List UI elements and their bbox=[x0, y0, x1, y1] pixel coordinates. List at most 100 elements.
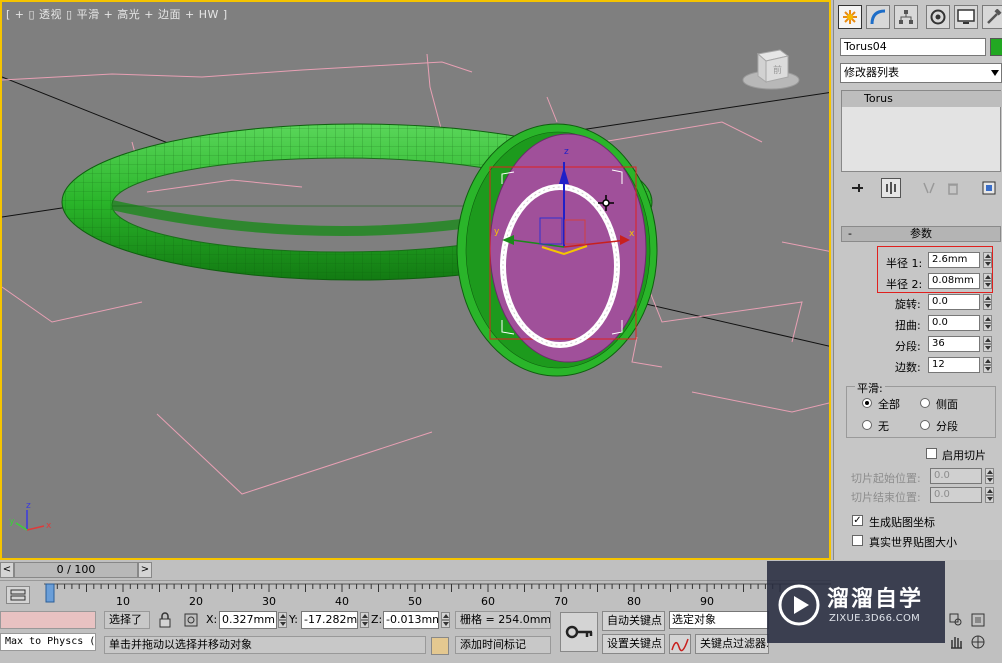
tab-utilities[interactable] bbox=[982, 5, 1002, 29]
smooth-segment-radio[interactable] bbox=[920, 420, 930, 430]
tab-modify[interactable] bbox=[866, 5, 890, 29]
viewcube-icon[interactable]: 前 bbox=[740, 40, 802, 96]
radius1-input[interactable]: 2.6mm bbox=[928, 252, 980, 268]
absolute-mode-transform-icon[interactable] bbox=[182, 612, 200, 628]
watermark-url: ZIXUE.3D66.COM bbox=[829, 613, 921, 624]
key-filters-button[interactable]: 关键点过滤器... bbox=[695, 634, 769, 654]
prompt-line: 单击并拖动以选择并移动对象 bbox=[104, 636, 426, 654]
stack-item-torus[interactable]: Torus bbox=[842, 91, 1002, 107]
svg-text:y: y bbox=[494, 227, 500, 237]
orbit-icon[interactable] bbox=[970, 634, 986, 650]
y-coord-spinner[interactable] bbox=[360, 612, 369, 628]
tick-label: 10 bbox=[116, 595, 130, 608]
tab-display[interactable] bbox=[954, 5, 978, 29]
svg-text:z: z bbox=[26, 501, 31, 511]
modifier-list-label: 修改器列表 bbox=[844, 66, 899, 79]
smooth-none-radio[interactable] bbox=[862, 420, 872, 430]
svg-text:x: x bbox=[46, 521, 52, 531]
time-tag-icon[interactable] bbox=[431, 637, 449, 655]
enable-slice-checkbox[interactable] bbox=[926, 448, 937, 459]
remove-modifier-icon[interactable] bbox=[943, 178, 963, 198]
slice-from-input[interactable]: 0.0 bbox=[930, 468, 982, 484]
tab-motion[interactable] bbox=[926, 5, 950, 29]
make-unique-icon[interactable] bbox=[919, 178, 939, 198]
tick-label: 80 bbox=[627, 595, 641, 608]
utilities-hammer-icon bbox=[987, 9, 1002, 24]
smooth-all-radio[interactable] bbox=[862, 398, 872, 408]
track-bar[interactable]: 10 20 30 40 50 60 70 80 90 bbox=[0, 580, 831, 608]
time-prev-button[interactable]: < bbox=[0, 562, 14, 578]
svg-text:y: y bbox=[9, 517, 15, 527]
modify-bend-icon bbox=[870, 9, 886, 25]
parameters-rollout-header[interactable]: - 参数 bbox=[841, 226, 1001, 242]
svg-text:z: z bbox=[564, 147, 569, 157]
object-name-field[interactable]: Torus04 bbox=[840, 38, 986, 56]
gen-map-coords-checkbox[interactable]: ✓ bbox=[852, 515, 863, 526]
y-coord-input[interactable]: -17.282mm bbox=[301, 611, 358, 629]
maxscript-mini-listener[interactable]: Max to Physcs ( bbox=[0, 633, 96, 651]
smooth-none-label: 无 bbox=[878, 420, 889, 433]
rotation-input[interactable]: 0.0 bbox=[928, 294, 980, 310]
enable-slice-label: 启用切片 bbox=[942, 449, 986, 462]
bezel-disc[interactable] bbox=[456, 123, 658, 377]
tab-hierarchy[interactable] bbox=[894, 5, 918, 29]
smooth-title: 平滑: bbox=[855, 380, 885, 396]
maxscript-listener-pink[interactable] bbox=[0, 611, 96, 629]
pan-hand-icon[interactable] bbox=[948, 634, 964, 650]
command-panel-tabs bbox=[834, 2, 1002, 32]
z-coord-label: Z: bbox=[371, 613, 383, 626]
smooth-side-label: 侧面 bbox=[936, 398, 958, 411]
smooth-segment-label: 分段 bbox=[936, 420, 958, 433]
sides-input[interactable]: 12 bbox=[928, 357, 980, 373]
segments-spinner[interactable] bbox=[983, 336, 992, 352]
segments-input[interactable]: 36 bbox=[928, 336, 980, 352]
show-end-result-icon[interactable] bbox=[881, 178, 901, 198]
watermark-overlay: 溜溜自学 ZIXUE.3D66.COM bbox=[767, 561, 945, 643]
radius2-input[interactable]: 0.08mm bbox=[928, 273, 980, 289]
twist-spinner[interactable] bbox=[983, 315, 992, 331]
slice-to-input[interactable]: 0.0 bbox=[930, 487, 982, 503]
twist-input[interactable]: 0.0 bbox=[928, 315, 980, 331]
z-coord-input[interactable]: -0.013mm bbox=[383, 611, 439, 629]
stack-toolbar bbox=[843, 178, 1002, 200]
configure-modifier-sets-icon[interactable] bbox=[979, 178, 999, 198]
perspective-viewport[interactable]: z y x z x y [ + ▯ 透视 ▯ 平滑 + 高光 + 边面 + HW… bbox=[0, 0, 831, 560]
time-slider[interactable]: 0 / 100 bbox=[14, 562, 138, 578]
rotation-spinner[interactable] bbox=[983, 294, 992, 310]
z-coord-spinner[interactable] bbox=[441, 612, 450, 628]
radius2-spinner[interactable] bbox=[983, 273, 992, 289]
3dsmax-window: z y x z x y [ + ▯ 透视 ▯ 平滑 + 高光 + 边面 + HW… bbox=[0, 0, 1002, 663]
smooth-side-radio[interactable] bbox=[920, 398, 930, 408]
lock-selection-icon[interactable] bbox=[156, 612, 174, 628]
x-coord-spinner[interactable] bbox=[278, 612, 287, 628]
set-key-big-icon[interactable] bbox=[560, 612, 598, 652]
selection-set-dropdown[interactable]: 选定对象 bbox=[669, 611, 769, 629]
tick-label: 20 bbox=[189, 595, 203, 608]
object-color-swatch[interactable] bbox=[990, 38, 1002, 56]
time-next-button[interactable]: > bbox=[138, 562, 152, 578]
modifier-list-dropdown[interactable]: 修改器列表 bbox=[840, 63, 1002, 83]
motion-wheel-icon bbox=[930, 9, 946, 25]
zoom-region-icon[interactable] bbox=[948, 612, 964, 628]
slice-to-spinner[interactable] bbox=[985, 487, 994, 503]
scene-canvas[interactable]: z y x z x y bbox=[2, 2, 831, 560]
pin-stack-icon[interactable] bbox=[847, 178, 867, 198]
real-world-map-checkbox[interactable] bbox=[852, 535, 863, 546]
chevron-down-icon bbox=[991, 70, 999, 76]
zoom-extents-icon[interactable] bbox=[970, 612, 986, 628]
watermark-title: 溜溜自学 bbox=[827, 587, 924, 612]
x-coord-input[interactable]: 0.327mm bbox=[219, 611, 277, 629]
add-time-tag-button[interactable]: 添加时间标记 bbox=[455, 636, 551, 654]
viewport-label-menu[interactable]: [ + ▯ 透视 ▯ 平滑 + 高光 + 边面 + HW ] bbox=[6, 6, 228, 22]
auto-key-button[interactable]: 自动关键点 bbox=[602, 611, 665, 631]
radius1-spinner[interactable] bbox=[983, 252, 992, 268]
modifier-stack[interactable]: Torus bbox=[841, 90, 1002, 172]
time-slider-bar: < 0 / 100 > bbox=[0, 562, 831, 579]
set-key-button[interactable]: 设置关键点 bbox=[602, 634, 665, 654]
key-filters-icon[interactable] bbox=[669, 634, 691, 654]
gen-map-coords-label: 生成贴图坐标 bbox=[869, 516, 935, 529]
slice-from-spinner[interactable] bbox=[985, 468, 994, 484]
sides-spinner[interactable] bbox=[983, 357, 992, 373]
curve-editor-toggle-icon[interactable] bbox=[6, 586, 30, 604]
tab-create[interactable] bbox=[838, 5, 862, 29]
